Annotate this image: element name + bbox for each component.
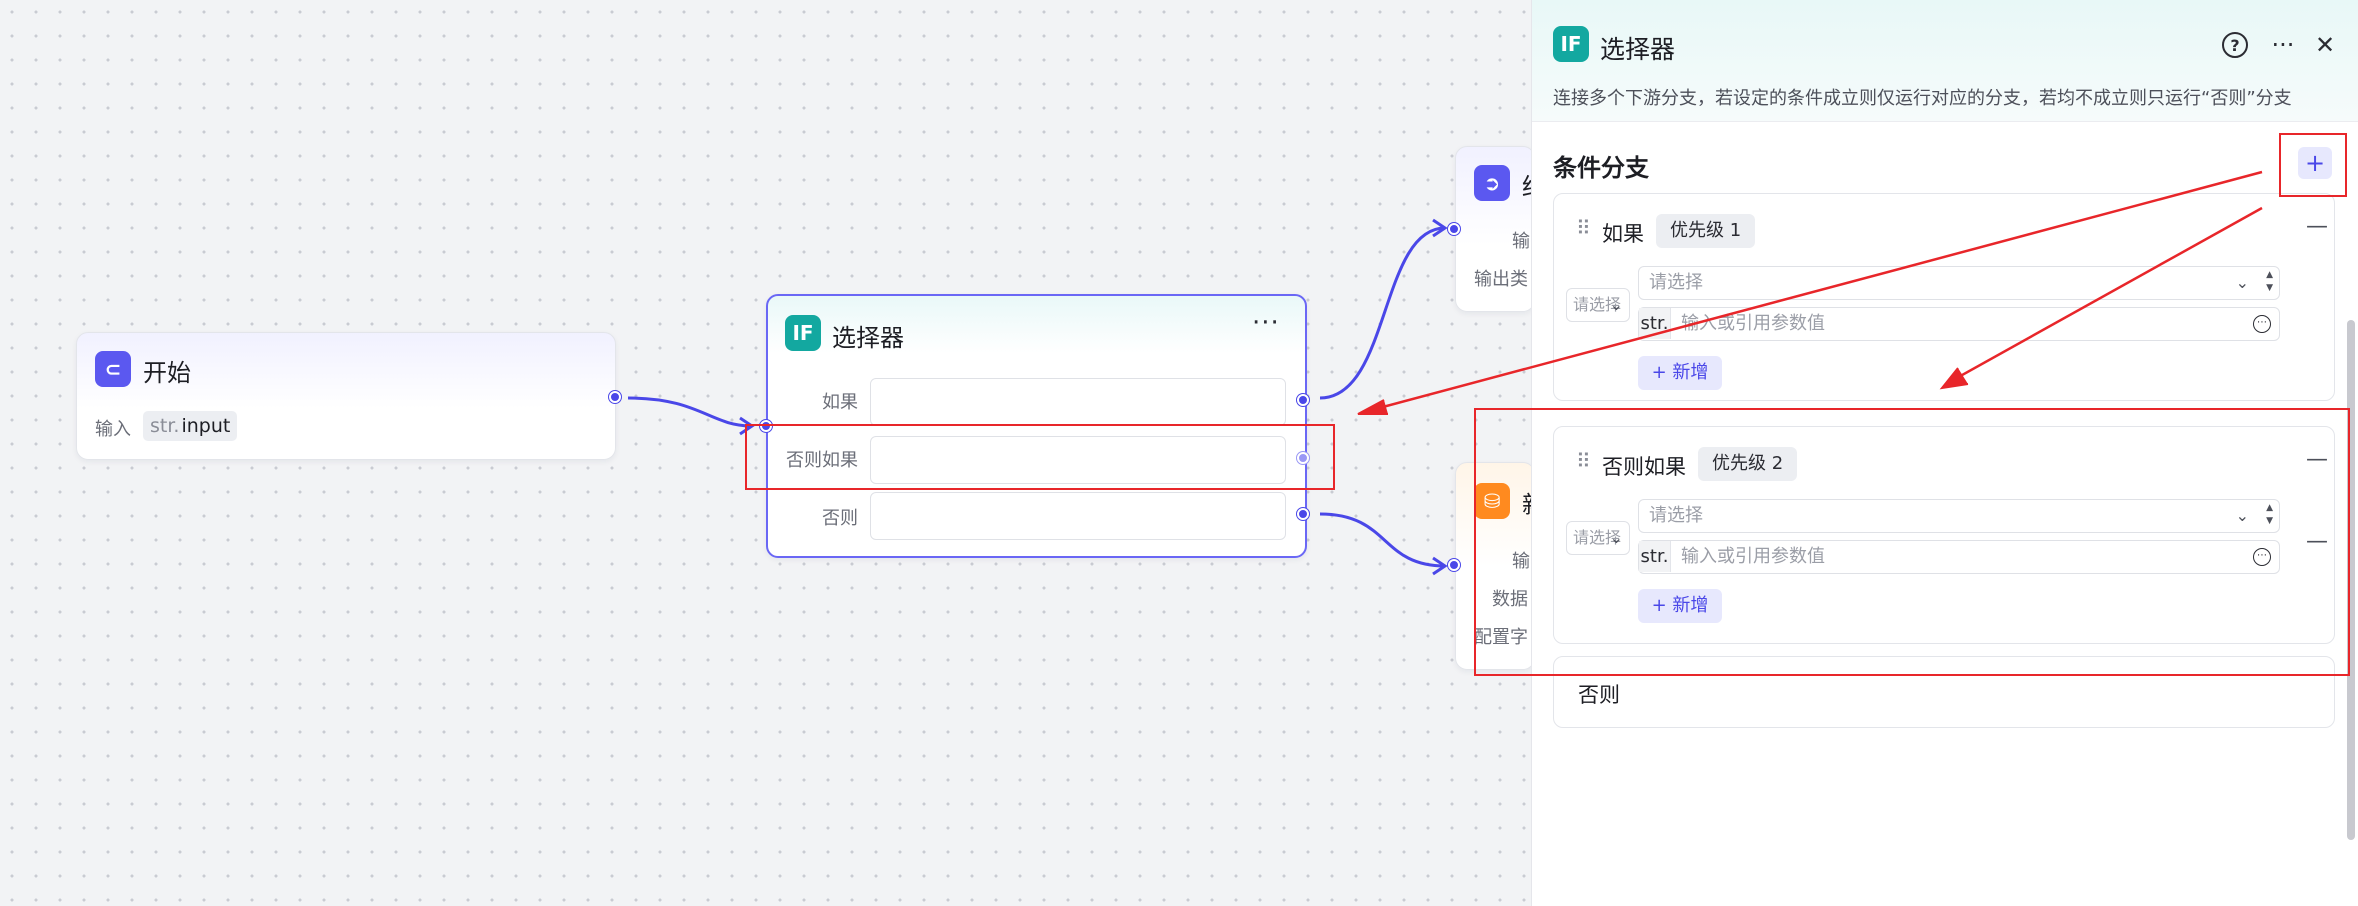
annotation-arrow-to-card — [1945, 206, 2263, 386]
annotation-arrowhead-1 — [1357, 399, 1388, 415]
annotation-arrowhead-2 — [1939, 367, 1969, 390]
annotation-arrow-to-canvas — [1363, 170, 2263, 414]
annotation-arrow-layer — [1357, 170, 2263, 415]
